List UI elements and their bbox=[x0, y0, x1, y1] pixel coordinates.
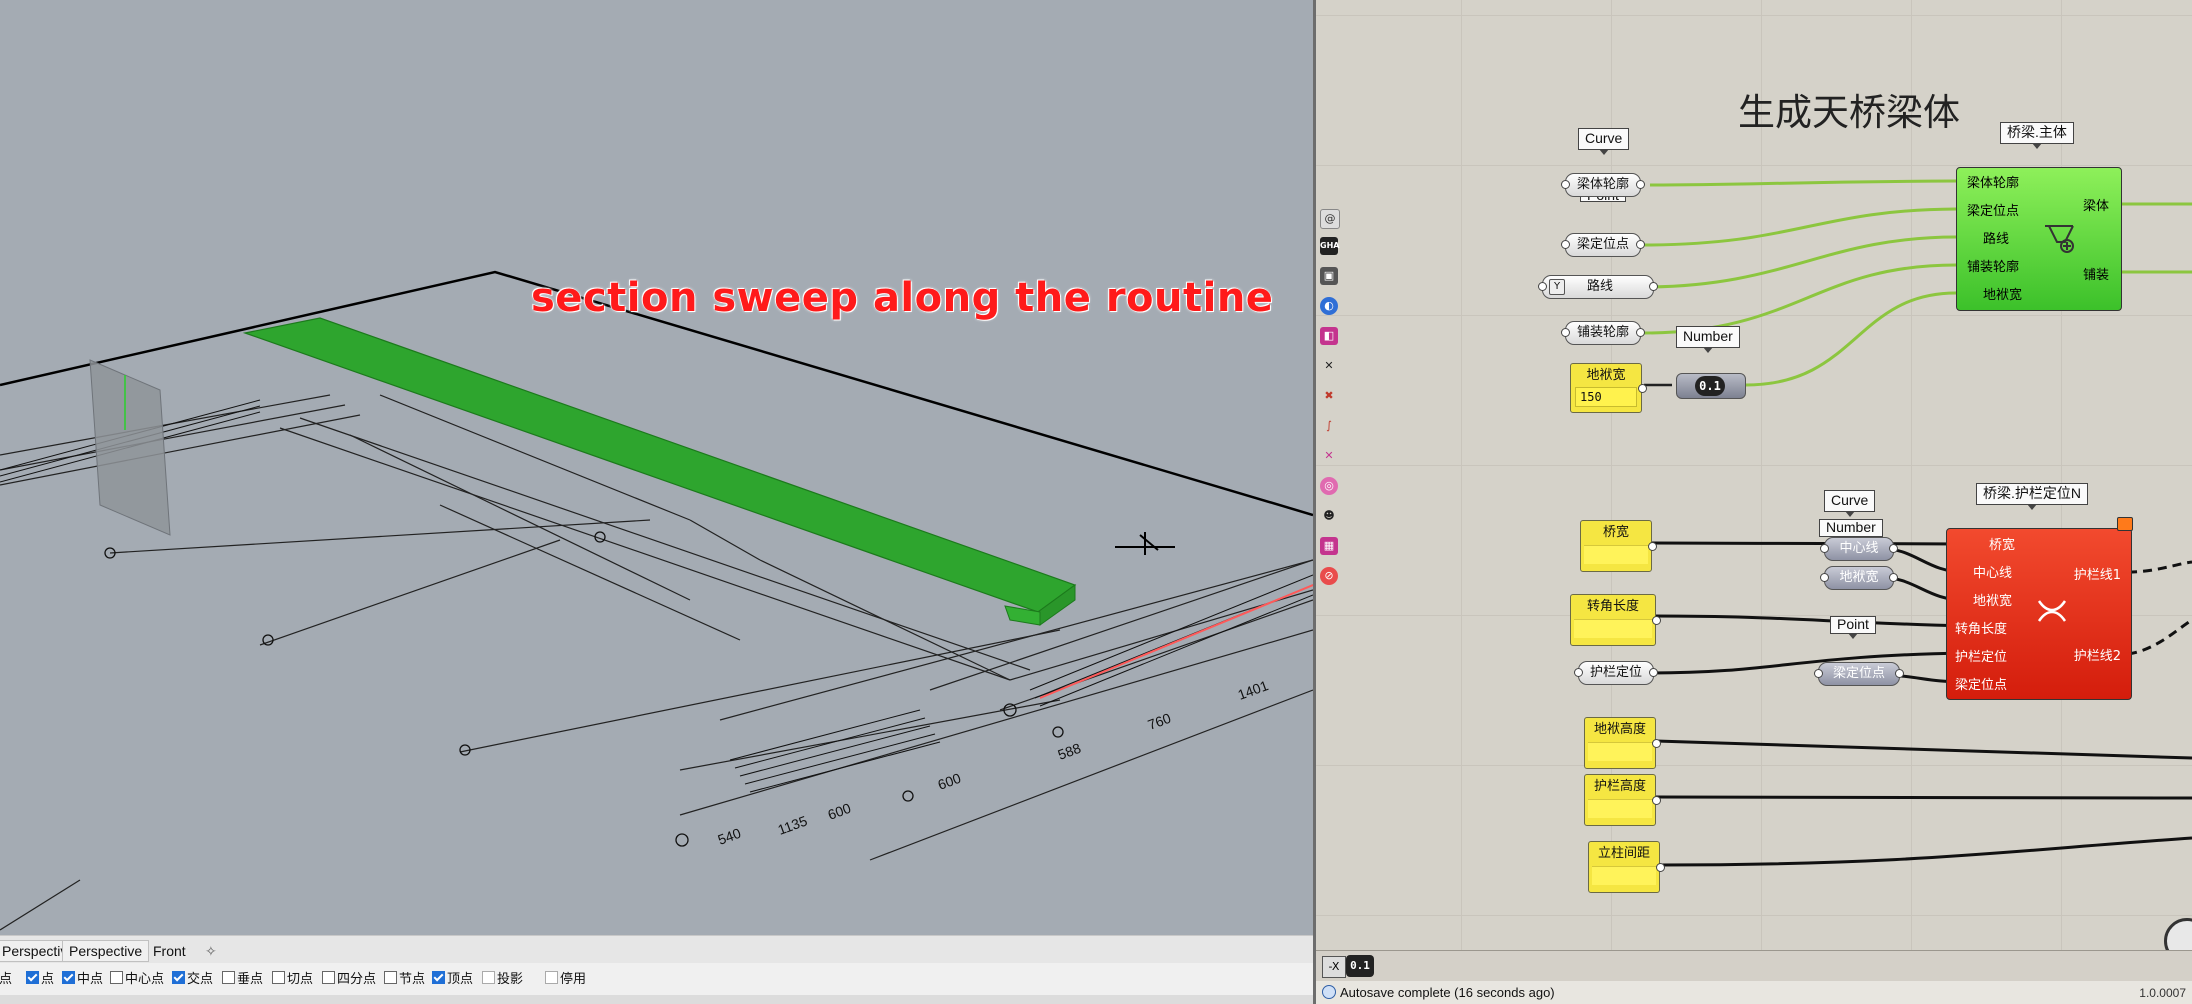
checkbox-icon[interactable] bbox=[222, 971, 235, 984]
viewport-tab-bar: Perspective Perspective Front ✧ bbox=[0, 935, 1313, 964]
param-route[interactable]: Y 路线 bbox=[1538, 275, 1658, 299]
guard-component-icon bbox=[2037, 600, 2067, 622]
component-guard-position[interactable]: 桥宽 中心线 地袱宽 转角长度 护栏定位 梁定位点 护栏线1 护栏线2 bbox=[1946, 517, 2133, 700]
cursor-x-icon[interactable]: ✖ bbox=[1320, 387, 1338, 405]
snap-point[interactable]: 点 bbox=[26, 971, 54, 987]
weave-icon[interactable]: ✕ bbox=[1320, 357, 1338, 375]
svg-text:540: 540 bbox=[716, 825, 744, 848]
svg-text:760: 760 bbox=[1146, 710, 1174, 733]
info-icon bbox=[1322, 985, 1336, 999]
osnap-bar: 端点 点 中点 中心点 交点 垂点 切点 四分点 节点 顶点 投影 停用 bbox=[0, 963, 1313, 995]
tab-front[interactable]: Front bbox=[146, 940, 193, 962]
tab-perspective-2[interactable]: Perspective bbox=[62, 940, 150, 962]
tag-number-2: Number bbox=[1819, 519, 1883, 542]
tag-curve-2: Curve bbox=[1824, 490, 1876, 517]
tag-guard-component: 桥梁.护栏定位N bbox=[1976, 483, 2088, 510]
snap-knot[interactable]: 节点 bbox=[384, 971, 425, 987]
param-beam-point-2[interactable]: 梁定位点 bbox=[1814, 662, 1904, 686]
snap-intersection[interactable]: 交点 bbox=[172, 971, 213, 987]
gh-tool-strip: @ GHA ▣ ◐ ◧ ✕ ✖ ∫ ✕ ◎ ☻ ▦ ⊘ bbox=[1316, 205, 1342, 595]
snap-project[interactable]: 投影 bbox=[482, 971, 523, 987]
snap-tangent[interactable]: 切点 bbox=[272, 971, 313, 987]
checkbox-icon[interactable] bbox=[26, 971, 39, 984]
tag-curve: Curve bbox=[1578, 128, 1630, 155]
checkbox-icon[interactable] bbox=[322, 971, 335, 984]
tag-number: Number bbox=[1676, 326, 1740, 353]
param-guard-position[interactable]: 护栏定位 bbox=[1574, 661, 1658, 685]
gh-bottom-panel: -X 0.1 Autosave complete (16 seconds ago… bbox=[1316, 950, 2192, 1004]
param-beam-point[interactable]: 梁定位点 bbox=[1561, 233, 1645, 257]
param-centerline[interactable]: 中心线 bbox=[1820, 537, 1898, 561]
svg-text:600: 600 bbox=[826, 800, 854, 823]
panel-bridge-width[interactable]: 桥宽 bbox=[1580, 520, 1657, 572]
snap-disable[interactable]: 停用 bbox=[545, 971, 586, 987]
snap-midpoint[interactable]: 中点 bbox=[62, 971, 103, 987]
curve-icon[interactable]: ∫ bbox=[1320, 417, 1338, 435]
param-slab-width-2[interactable]: 地袱宽 bbox=[1820, 566, 1898, 590]
rhino-viewport[interactable]: 540 1135 600 600 588 760 1401 section sw… bbox=[0, 0, 1313, 935]
version-label: 1.0.0007 bbox=[2139, 986, 2186, 1000]
svg-text:588: 588 bbox=[1056, 740, 1084, 763]
svg-text:1401: 1401 bbox=[1236, 677, 1271, 703]
people-icon[interactable]: ☻ bbox=[1320, 507, 1338, 525]
overlay-caption: section sweep along the routine bbox=[531, 275, 1274, 321]
snap-quadrant[interactable]: 四分点 bbox=[322, 971, 376, 987]
checkbox-icon[interactable] bbox=[110, 971, 123, 984]
checkbox-icon[interactable] bbox=[432, 971, 445, 984]
warning-flag-icon bbox=[2117, 517, 2133, 531]
gha-icon[interactable]: GHA bbox=[1320, 237, 1339, 255]
checkbox-icon[interactable] bbox=[545, 971, 558, 984]
tag-point-2: Point bbox=[1830, 616, 1876, 639]
autosave-status: Autosave complete (16 seconds ago) bbox=[1340, 985, 1555, 1000]
display-icon[interactable]: ▣ bbox=[1320, 267, 1338, 285]
number-icon: 0.1 bbox=[1695, 376, 1725, 396]
number-param[interactable]: 0.1 bbox=[1676, 373, 1746, 399]
component-bridge-main[interactable]: 梁体轮廓 梁定位点 路线 铺装轮廓 地袱宽 梁体 铺装 bbox=[1956, 167, 2122, 311]
panel-post-spacing[interactable]: 立柱间距 bbox=[1588, 841, 1665, 893]
record-icon[interactable]: ◧ bbox=[1320, 327, 1338, 345]
panel-corner-length[interactable]: 转角长度 bbox=[1570, 594, 1661, 646]
tag-main-component: 桥梁.主体 bbox=[2000, 122, 2074, 149]
bridge-component-icon bbox=[2045, 225, 2074, 253]
filter-icon: Y bbox=[1549, 279, 1565, 295]
param-paving-profile[interactable]: 铺装轮廓 bbox=[1561, 321, 1645, 345]
cross-icon[interactable]: ✕ bbox=[1320, 447, 1338, 465]
grid-icon[interactable]: ▦ bbox=[1320, 537, 1338, 555]
checkbox-icon[interactable] bbox=[482, 971, 495, 984]
panel-slab-width[interactable]: 地袱宽 150 bbox=[1570, 363, 1647, 413]
checkbox-icon[interactable] bbox=[384, 971, 397, 984]
plus-icon[interactable]: ✧ bbox=[198, 940, 224, 962]
grasshopper-editor: 生成天桥梁体 Curve Point Number 桥梁.主体 梁体轮廓 梁定位… bbox=[1316, 0, 2192, 1004]
target-icon[interactable]: ◎ bbox=[1320, 477, 1338, 495]
color-wheel-icon[interactable]: ◐ bbox=[1320, 297, 1338, 315]
snap-vertex[interactable]: 顶点 bbox=[432, 971, 473, 987]
svg-text:600: 600 bbox=[936, 770, 964, 793]
viewport-drawing: 540 1135 600 600 588 760 1401 bbox=[0, 270, 1313, 931]
pin-icon[interactable]: -X bbox=[1322, 956, 1346, 978]
checkbox-icon[interactable] bbox=[272, 971, 285, 984]
panel-slab-height[interactable]: 地袱高度 bbox=[1584, 717, 1661, 769]
checkbox-icon[interactable] bbox=[62, 971, 75, 984]
param-beam-profile[interactable]: 梁体轮廓 bbox=[1561, 173, 1645, 197]
snap-endpoint[interactable]: 端点 bbox=[0, 971, 12, 987]
number-preview-icon[interactable]: 0.1 bbox=[1346, 955, 1374, 977]
gh-status-bar: Autosave complete (16 seconds ago) 1.0.0… bbox=[1316, 981, 2192, 1004]
checkbox-icon[interactable] bbox=[172, 971, 185, 984]
disable-icon[interactable]: ⊘ bbox=[1320, 567, 1338, 585]
grasshopper-canvas[interactable]: 生成天桥梁体 Curve Point Number 桥梁.主体 梁体轮廓 梁定位… bbox=[1316, 0, 2192, 964]
snap-center[interactable]: 中心点 bbox=[110, 971, 164, 987]
rhino-status-bar bbox=[0, 995, 1313, 1004]
at-icon[interactable]: @ bbox=[1320, 209, 1340, 229]
snap-perpendicular[interactable]: 垂点 bbox=[222, 971, 263, 987]
svg-text:1135: 1135 bbox=[776, 812, 810, 837]
group-title: 生成天桥梁体 bbox=[1738, 91, 1960, 134]
panel-rail-height[interactable]: 护栏高度 bbox=[1584, 774, 1661, 826]
